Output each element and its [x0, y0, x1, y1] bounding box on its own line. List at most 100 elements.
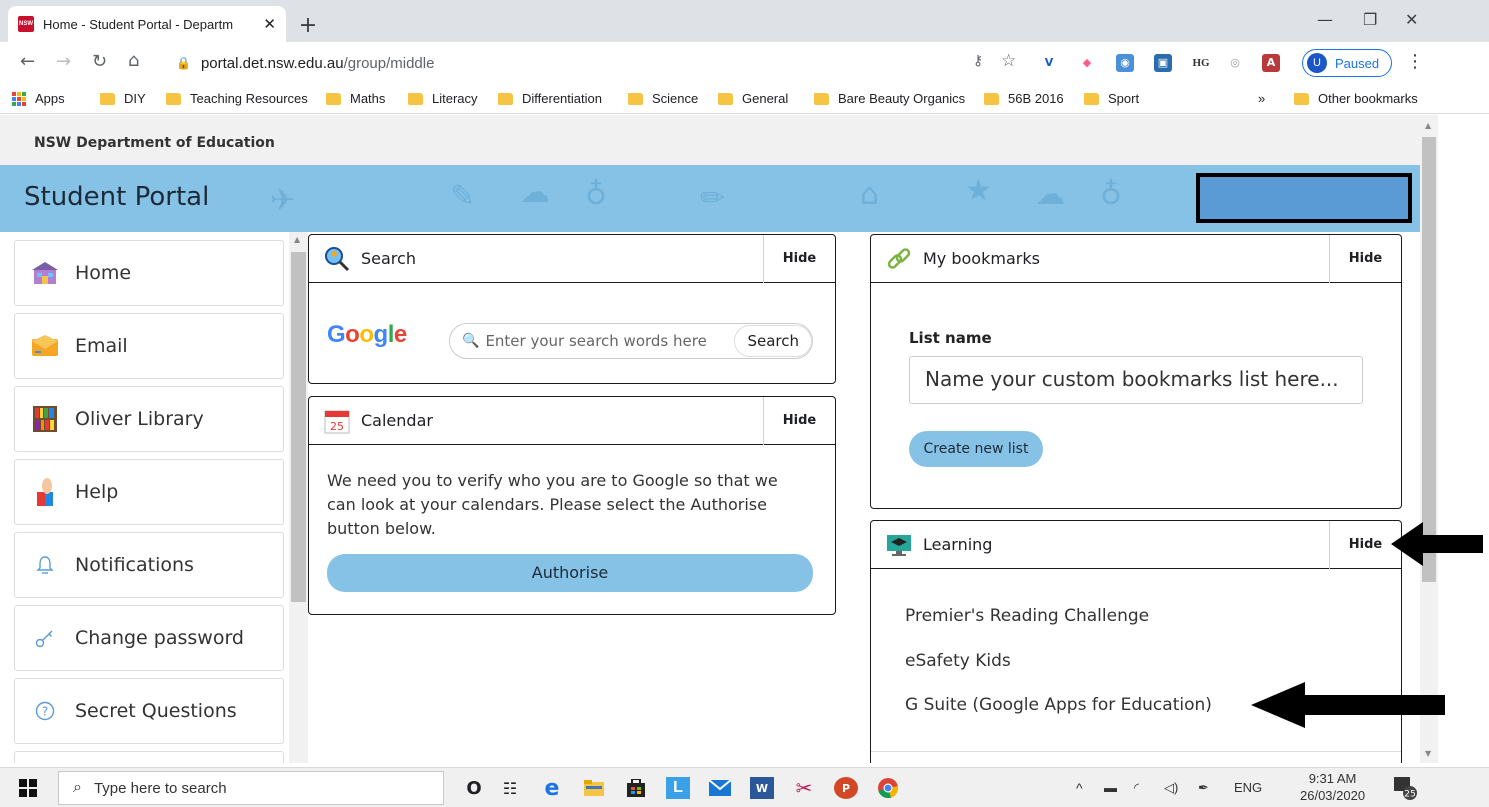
word-icon[interactable]: W — [750, 777, 774, 799]
pdf-extension-icon[interactable]: A — [1262, 54, 1280, 72]
language-indicator[interactable]: ENG — [1234, 780, 1262, 795]
annotation-arrow-icon — [1391, 522, 1483, 566]
bookmark-folder[interactable]: 56B 2016 — [984, 91, 1064, 106]
sidebar-item-notifications[interactable]: Notifications — [14, 532, 284, 598]
snipping-tool-icon[interactable]: ✂ — [792, 776, 816, 800]
hide-bookmarks-button[interactable]: Hide — [1329, 235, 1401, 283]
bookmarks-overflow-button[interactable]: » — [1258, 91, 1265, 106]
pen-icon[interactable]: ✒ — [1198, 780, 1209, 796]
cast-extension-icon[interactable]: ◆ — [1078, 54, 1096, 72]
sidebar-scroll-thumb[interactable] — [291, 252, 306, 602]
bookmark-folder[interactable]: Bare Beauty Organics — [814, 91, 965, 106]
windows-taskbar: ⌕ Type here to search O ☷ e L W ✂ P ^ ▬ … — [0, 767, 1489, 807]
sidebar-item-email[interactable]: Email — [14, 313, 284, 379]
create-new-list-button[interactable]: Create new list — [909, 431, 1043, 467]
tab-strip: NSW Home - Student Portal - Departm ✕ + … — [0, 0, 1489, 42]
learning-link-esafety-kids[interactable]: eSafety Kids — [905, 651, 1011, 671]
page-scrollbar[interactable]: ▲ ▼ — [1420, 115, 1438, 763]
minimize-icon[interactable]: — — [1317, 10, 1333, 29]
sidebar-item-more[interactable] — [14, 751, 284, 763]
calendar-icon: 25 — [323, 407, 351, 435]
photo-extension-icon[interactable]: ▣ — [1154, 54, 1172, 72]
authorise-button[interactable]: Authorise — [327, 554, 813, 592]
star-doodle-icon: ★ — [965, 173, 992, 208]
sidebar-scrollbar[interactable]: ▲ — [289, 232, 308, 763]
sidebar-item-help[interactable]: Help — [14, 459, 284, 525]
windows-start-icon[interactable] — [19, 779, 37, 797]
bookmark-star-icon[interactable]: ☆ — [1001, 51, 1016, 71]
google-search-input[interactable]: 🔍 Enter your search words here Search — [449, 323, 813, 359]
action-center-icon[interactable]: 25 — [1392, 775, 1418, 804]
clock[interactable]: 9:31 AM 26/03/2020 — [1300, 770, 1365, 804]
bookmark-folder[interactable]: DIY — [100, 91, 146, 106]
restore-icon[interactable]: ❐ — [1363, 10, 1377, 29]
password-key-icon[interactable]: ⚷ — [973, 53, 983, 69]
learning-link-g-suite[interactable]: G Suite (Google Apps for Education) — [905, 695, 1212, 715]
task-view-icon[interactable]: ☷ — [498, 777, 522, 799]
hide-calendar-button[interactable]: Hide — [763, 397, 835, 445]
bookmark-apps[interactable]: Apps — [12, 91, 65, 106]
bookmark-folder[interactable]: Maths — [326, 91, 385, 106]
bookmark-folder[interactable]: Differentiation — [498, 91, 602, 106]
sidebar-item-oliver-library[interactable]: Oliver Library — [14, 386, 284, 452]
address-bar[interactable]: 🔒 portal.det.nsw.edu.au /group/middle — [162, 48, 1028, 78]
learning-app-icon[interactable]: L — [666, 777, 690, 799]
learning-link-premiers-reading-challenge[interactable]: Premier's Reading Challenge — [905, 606, 1149, 626]
search-button[interactable]: Search — [734, 325, 812, 357]
bookmark-folder[interactable]: Literacy — [408, 91, 478, 106]
forward-icon[interactable]: → — [56, 51, 71, 72]
edge-browser-icon[interactable]: e — [540, 776, 564, 801]
folder-icon — [326, 92, 341, 105]
pencil-doodle-icon: ✏ — [700, 181, 726, 216]
list-name-label: List name — [909, 329, 992, 347]
calendar-card-header: 25 Calendar Hide — [309, 397, 835, 445]
bookmark-label: General — [742, 91, 789, 106]
reload-icon[interactable]: ↻ — [92, 51, 107, 72]
store-icon[interactable] — [624, 777, 648, 799]
scroll-up-icon[interactable]: ▲ — [294, 235, 300, 244]
file-explorer-icon[interactable] — [582, 777, 606, 799]
learning-divider — [871, 751, 1401, 752]
graduation-monitor-icon — [885, 531, 913, 559]
other-bookmarks[interactable]: Other bookmarks — [1294, 91, 1418, 106]
hide-search-button[interactable]: Hide — [763, 235, 835, 283]
profile-button[interactable]: U Paused — [1302, 49, 1392, 77]
hg-extension-icon[interactable]: HG — [1192, 54, 1210, 72]
sidebar-item-change-password[interactable]: Change password — [14, 605, 284, 671]
close-window-icon[interactable]: ✕ — [1405, 10, 1418, 29]
tab-close-icon[interactable]: ✕ — [263, 15, 276, 33]
cortana-icon[interactable]: O — [462, 777, 486, 799]
bookmark-folder[interactable]: Teaching Resources — [166, 91, 308, 106]
screenshot-extension-icon[interactable]: ◉ — [1116, 54, 1134, 72]
bookmark-folder[interactable]: Sport — [1084, 91, 1139, 106]
back-icon[interactable]: ← — [20, 51, 35, 72]
calendar-message: We need you to verify who you are to Goo… — [327, 471, 778, 538]
home-icon[interactable]: ⌂ — [128, 50, 139, 71]
powerpoint-icon[interactable]: P — [834, 777, 858, 799]
list-name-input[interactable]: Name your custom bookmarks list here... — [909, 356, 1363, 404]
vpn-extension-icon[interactable]: V — [1040, 54, 1058, 72]
battery-icon[interactable]: ▬ — [1104, 780, 1117, 795]
learning-header: Learning Hide — [871, 521, 1401, 569]
cloud-doodle-icon: ☁ — [520, 175, 550, 210]
taskbar-search-box[interactable]: ⌕ Type here to search — [58, 771, 444, 805]
url-path: /group/middle — [343, 54, 435, 72]
sidebar-item-home[interactable]: Home — [14, 240, 284, 306]
cloud-doodle-icon: ☁ — [1035, 177, 1065, 212]
wifi-icon[interactable]: ◜ — [1134, 780, 1139, 796]
show-hidden-icons-icon[interactable]: ^ — [1076, 780, 1083, 796]
sidebar-item-secret-questions[interactable]: ? Secret Questions — [14, 678, 284, 744]
scroll-down-icon[interactable]: ▼ — [1425, 749, 1431, 758]
chrome-icon[interactable] — [876, 777, 900, 799]
menu-icon[interactable]: ⋮ — [1406, 51, 1424, 72]
new-tab-button[interactable]: + — [294, 12, 322, 40]
bookmark-folder[interactable]: General — [718, 91, 788, 106]
page-scroll-thumb[interactable] — [1422, 137, 1436, 582]
bookmark-label: Bare Beauty Organics — [838, 91, 966, 106]
mail-icon[interactable] — [708, 777, 732, 799]
volume-icon[interactable]: ◁) — [1164, 780, 1178, 796]
scroll-up-icon[interactable]: ▲ — [1425, 121, 1431, 130]
browser-tab[interactable]: NSW Home - Student Portal - Departm ✕ — [8, 6, 286, 42]
bookmark-folder[interactable]: Science — [628, 91, 698, 106]
hand-extension-icon[interactable]: ◎ — [1226, 54, 1244, 72]
